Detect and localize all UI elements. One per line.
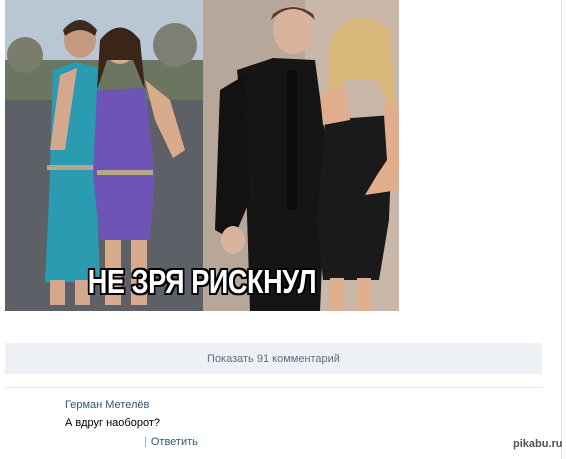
- page-right-border: [561, 0, 562, 459]
- watermark-logo: pikabu.ru: [513, 438, 563, 450]
- action-separator: |: [144, 436, 147, 448]
- comment-author-link[interactable]: Герман Метелёв: [65, 399, 149, 411]
- post-photo[interactable]: НЕ ЗРЯ РИСКНУЛ: [5, 0, 399, 311]
- comments-divider: [5, 387, 542, 388]
- show-comments-button[interactable]: Показать 91 комментарий: [5, 343, 542, 374]
- reply-link[interactable]: Ответить: [151, 436, 198, 448]
- comment-text: А вдруг наоборот?: [65, 417, 160, 429]
- image-caption: НЕ ЗРЯ РИСКНУЛ: [87, 263, 317, 300]
- comment-actions: | Ответить: [144, 436, 198, 448]
